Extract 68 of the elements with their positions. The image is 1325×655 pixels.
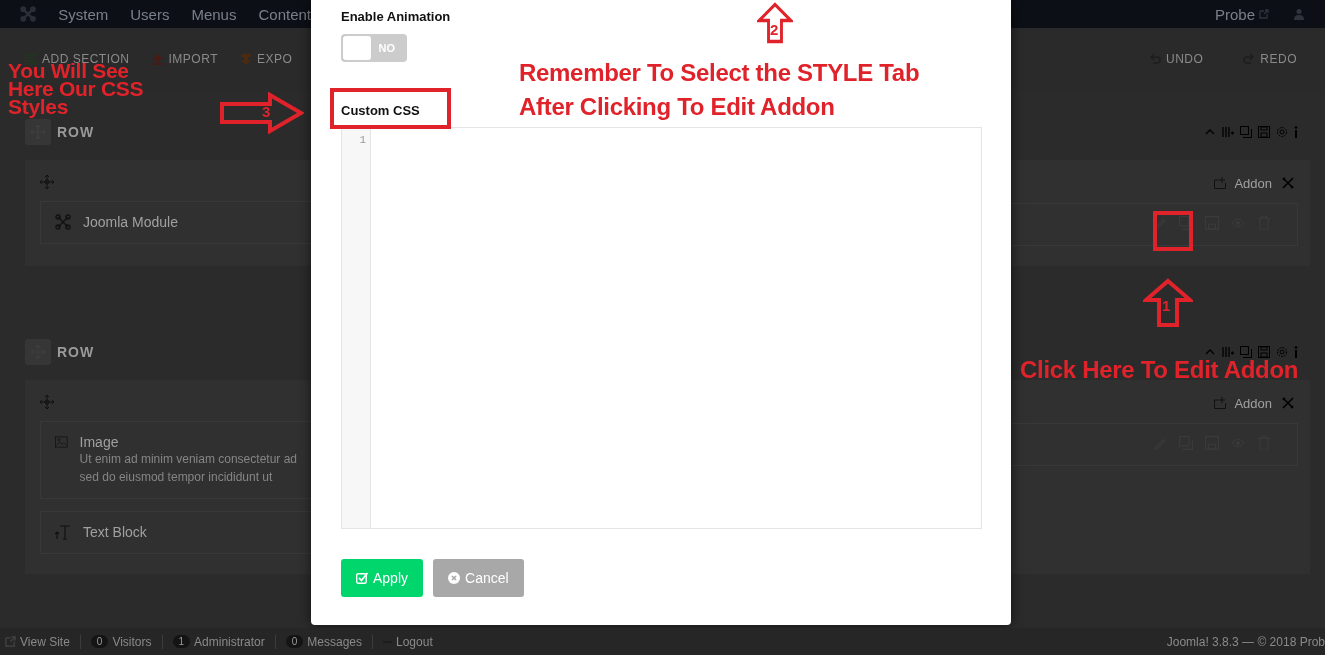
columns-icon[interactable] bbox=[1222, 346, 1234, 358]
image-icon bbox=[55, 434, 68, 450]
up-arrow-icon bbox=[1143, 278, 1193, 328]
status-link[interactable]: View Site bbox=[5, 634, 70, 649]
joomla-logo-icon bbox=[55, 214, 71, 230]
save-icon[interactable] bbox=[1258, 346, 1270, 358]
settings-icon[interactable] bbox=[1276, 126, 1288, 138]
download-icon bbox=[239, 53, 252, 65]
up-arrow-icon bbox=[757, 2, 793, 44]
tools-icon[interactable] bbox=[1282, 177, 1294, 189]
annotation-text: You Will See Here Our CSS Styles bbox=[8, 62, 145, 116]
move-icon[interactable] bbox=[40, 175, 54, 189]
copy-icon[interactable] bbox=[1240, 346, 1252, 358]
info-icon[interactable] bbox=[1294, 126, 1298, 138]
code-editor[interactable]: 1 bbox=[341, 127, 982, 529]
addon-card[interactable]: Image Ut enim ad minim veniam consectetur ad sed do eiusmod tempor incididunt ut bbox=[40, 421, 311, 499]
status-link[interactable]: 0 Visitors bbox=[90, 634, 152, 649]
field-label: Enable Animation bbox=[341, 9, 451, 24]
footer-text: Joomla! 3.8.3 — © 2018 Prob bbox=[1166, 634, 1325, 649]
info-icon[interactable] bbox=[1294, 346, 1298, 358]
toolbar-button[interactable]: IMPORT bbox=[151, 52, 218, 66]
field-label: Custom CSS bbox=[341, 103, 420, 118]
addon-title: Image bbox=[79, 434, 120, 450]
row-title: ROW bbox=[57, 124, 95, 140]
user-icon[interactable] bbox=[1293, 8, 1305, 20]
addon-description: Ut enim ad minim veniam consectetur ad bbox=[79, 451, 297, 468]
step-number: 3 bbox=[262, 104, 271, 120]
highlight-frame bbox=[1153, 211, 1193, 251]
addon-card[interactable]: Joomla Module bbox=[40, 201, 311, 244]
external-link-icon bbox=[1259, 9, 1269, 19]
menu-item[interactable]: System bbox=[58, 5, 109, 23]
move-icon[interactable] bbox=[40, 395, 54, 409]
toolbar-button[interactable]: UNDO bbox=[1149, 52, 1204, 66]
status-link[interactable]: 1 Administrator bbox=[172, 634, 265, 649]
step-number: 2 bbox=[770, 22, 779, 38]
upload-icon bbox=[151, 53, 164, 65]
addon-title: Joomla Module bbox=[83, 214, 178, 230]
right-arrow-icon bbox=[220, 92, 304, 134]
add-icon bbox=[1214, 177, 1227, 189]
copy-icon[interactable] bbox=[1240, 126, 1252, 138]
addon-card[interactable]: Text Block bbox=[40, 511, 311, 554]
external-link-icon bbox=[5, 636, 16, 647]
line-number: 1 bbox=[359, 134, 366, 146]
site-link[interactable]: Probe bbox=[1214, 5, 1255, 23]
settings-icon[interactable] bbox=[1276, 346, 1288, 358]
menu-item[interactable]: Content bbox=[258, 5, 311, 23]
annotation-text: Remember To Select the STYLE Tab After Clicking To Edit Addon bbox=[519, 58, 921, 122]
addon-description: sed do eiusmod tempor incididunt ut bbox=[79, 469, 274, 486]
save-icon[interactable] bbox=[1258, 126, 1270, 138]
status-link[interactable]: 0 Messages bbox=[285, 634, 362, 649]
annotation-text: Click Here To Edit Addon bbox=[1020, 355, 1299, 385]
step-number: 1 bbox=[1162, 298, 1171, 314]
add-icon bbox=[1214, 397, 1227, 409]
columns-icon[interactable] bbox=[1222, 126, 1234, 138]
row-title: ROW bbox=[57, 344, 95, 360]
status-link[interactable]: Logout bbox=[383, 634, 433, 649]
menu-item[interactable]: Users bbox=[130, 5, 170, 23]
checkbox-icon bbox=[356, 572, 368, 584]
addon-title: Text Block bbox=[83, 524, 147, 540]
joomla-logo-icon[interactable] bbox=[20, 5, 37, 23]
toolbar-button[interactable]: EXPO bbox=[239, 52, 293, 66]
toolbar-button[interactable]: REDO bbox=[1243, 52, 1297, 66]
menu-item[interactable]: Menus bbox=[191, 5, 237, 23]
add-addon-button[interactable]: Addon bbox=[1214, 175, 1272, 191]
close-icon bbox=[448, 572, 461, 584]
text-icon bbox=[55, 524, 71, 540]
tools-icon[interactable] bbox=[1282, 397, 1294, 409]
add-addon-button[interactable]: Addon bbox=[1214, 395, 1272, 411]
